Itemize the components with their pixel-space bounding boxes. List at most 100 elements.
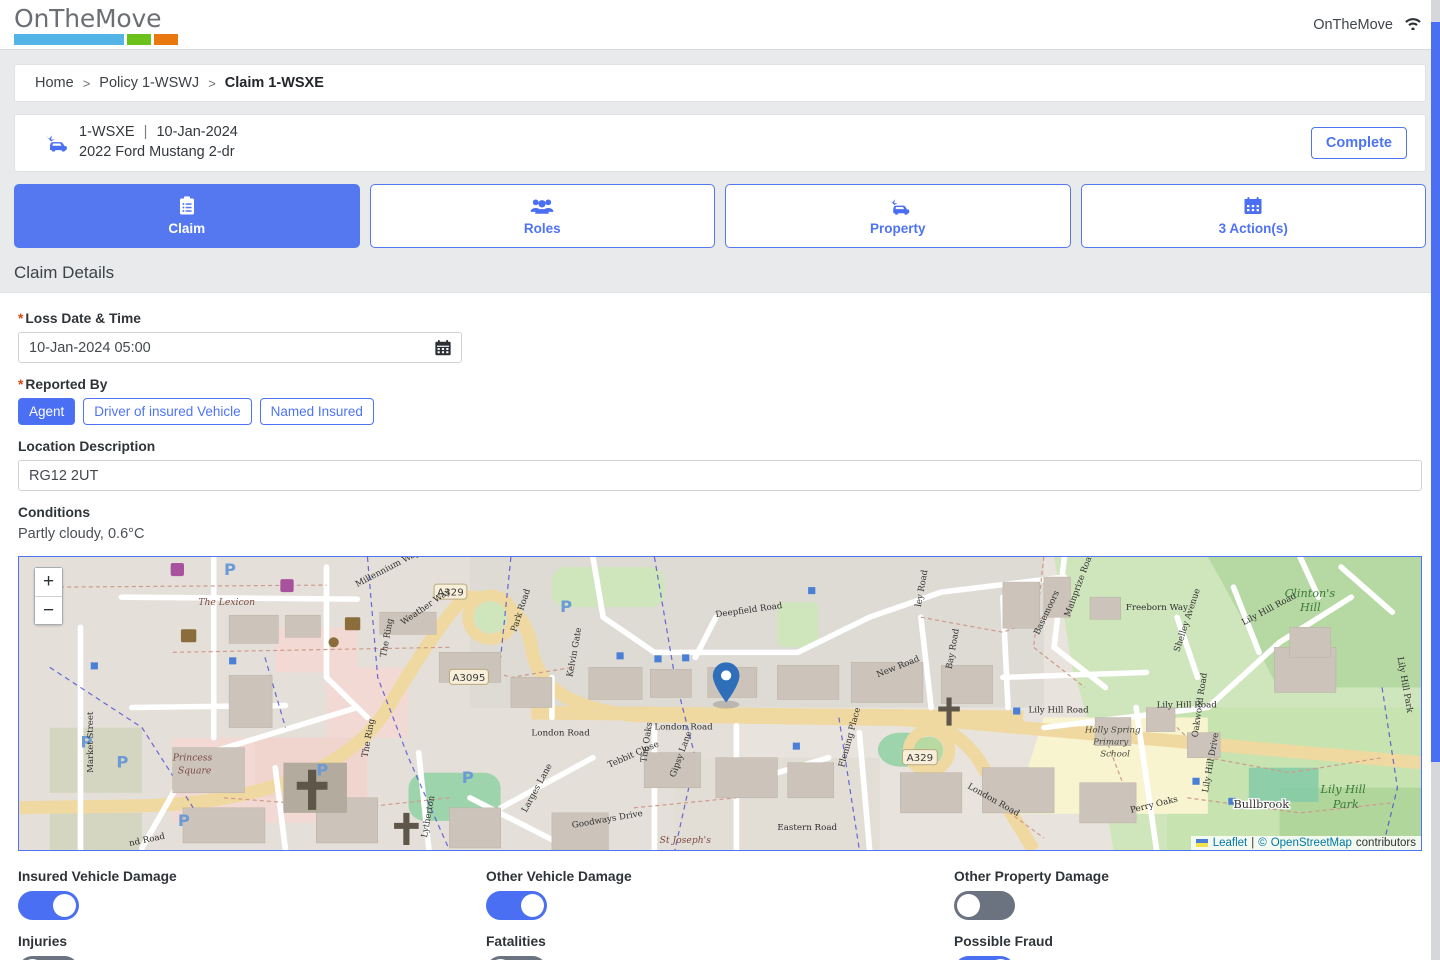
user-name[interactable]: OnTheMove — [1313, 17, 1393, 33]
tab-roles[interactable]: Roles — [370, 184, 716, 248]
claim-loss-date: 10-Jan-2024 — [156, 124, 237, 140]
toggle-knob — [957, 894, 980, 917]
toggle-switch-other-vehicle-damage[interactable] — [486, 891, 547, 920]
svg-text:Bullbrook: Bullbrook — [1233, 798, 1289, 811]
toggle-switch-injuries[interactable] — [18, 956, 79, 960]
page-scrollbar[interactable] — [1431, 0, 1440, 960]
tab-bar: Claim Roles — [14, 184, 1426, 248]
osm-link[interactable]: OpenStreetMap — [1271, 837, 1352, 849]
required-mark: * — [18, 377, 23, 392]
svg-text:London Road: London Road — [531, 729, 590, 739]
toggle-label: Insured Vehicle Damage — [18, 869, 486, 884]
toggle-knob — [521, 894, 544, 917]
location-description-input[interactable] — [18, 460, 1422, 491]
toggle-knob — [53, 894, 76, 917]
toggle-injuries: Injuries — [18, 934, 486, 960]
toggle-possible-fraud: Possible Fraud — [954, 934, 1422, 960]
brand-bar-blue — [14, 34, 124, 45]
brand-bar-green — [127, 34, 151, 45]
svg-text:St Joseph's: St Joseph's — [660, 836, 712, 846]
brand-logo[interactable]: OnTheMove — [14, 4, 178, 45]
required-mark: * — [18, 311, 23, 326]
tab-label: Property — [870, 221, 926, 236]
tab-label: Claim — [168, 221, 205, 236]
svg-text:School: School — [1100, 750, 1130, 760]
svg-text:Primary: Primary — [1092, 738, 1128, 748]
location-description-label: Location Description — [18, 439, 1422, 454]
tab-property[interactable]: Property — [725, 184, 1071, 248]
attribution-pipe: | — [1251, 837, 1254, 849]
tab-claim[interactable]: Claim — [14, 184, 360, 248]
svg-text:Park: Park — [1332, 798, 1359, 811]
map-zoom-controls: + − — [34, 567, 63, 625]
brand-bar-orange — [154, 34, 178, 45]
breadcrumb: Home > Policy 1-WSWJ > Claim 1-WSXE — [14, 64, 1426, 102]
toggle-label: Other Vehicle Damage — [486, 869, 954, 884]
claim-summary-card: 1-WSXE | 10-Jan-2024 2022 Ford Mustang 2… — [14, 114, 1426, 172]
svg-text:Holly Spring: Holly Spring — [1084, 726, 1141, 736]
svg-text:Square: Square — [178, 767, 211, 777]
breadcrumb-item-home[interactable]: Home — [35, 75, 74, 91]
tab-actions[interactable]: 3 Action(s) — [1081, 184, 1427, 248]
svg-text:A329: A329 — [907, 753, 934, 764]
loss-datetime-field: *Loss Date & Time — [18, 311, 1422, 363]
reported-by-option-driver[interactable]: Driver of insured Vehicle — [83, 398, 251, 425]
page-scrollbar-thumb[interactable] — [1431, 22, 1440, 762]
toggle-insured-vehicle-damage: Insured Vehicle Damage — [18, 869, 486, 920]
complete-button[interactable]: Complete — [1311, 127, 1407, 159]
toggle-switch-other-property-damage[interactable] — [954, 891, 1015, 920]
claim-summary-line-1: 1-WSXE | 10-Jan-2024 — [79, 123, 238, 143]
toggle-other-vehicle-damage: Other Vehicle Damage — [486, 869, 954, 920]
svg-text:P: P — [462, 768, 474, 787]
toggle-fatalities: Fatalities — [486, 934, 954, 960]
toggle-switch-insured-vehicle-damage[interactable] — [18, 891, 79, 920]
toggle-label: Fatalities — [486, 934, 954, 949]
loss-datetime-label-text: Loss Date & Time — [25, 311, 141, 326]
reported-by-option-named-insured[interactable]: Named Insured — [260, 398, 374, 425]
wifi-icon[interactable] — [1402, 14, 1424, 35]
leaflet-flag-icon — [1196, 839, 1208, 847]
calendar-icon[interactable] — [434, 339, 452, 357]
map-zoom-out-button[interactable]: − — [35, 596, 62, 624]
map-canvas: .rdlbl{font-family:"DejaVu Serif",serif;… — [19, 557, 1421, 850]
svg-text:Market Street: Market Street — [86, 711, 96, 773]
claim-summary-separator: | — [144, 124, 148, 140]
claim-vehicle: 2022 Ford Mustang 2-dr — [79, 143, 238, 163]
loss-datetime-input[interactable] — [18, 332, 462, 363]
incident-location-map[interactable]: .rdlbl{font-family:"DejaVu Serif",serif;… — [18, 556, 1422, 851]
car-crash-icon — [41, 133, 71, 153]
location-description-field: Location Description — [18, 439, 1422, 491]
conditions-field: Conditions Partly cloudy, 0.6°C — [18, 505, 1422, 542]
svg-text:Hill: Hill — [1299, 601, 1321, 614]
claim-summary-text: 1-WSXE | 10-Jan-2024 2022 Ford Mustang 2… — [79, 123, 238, 162]
leaflet-link[interactable]: Leaflet — [1213, 837, 1248, 849]
toggle-label: Possible Fraud — [954, 934, 1422, 949]
reported-by-field: *Reported By Agent Driver of insured Veh… — [18, 377, 1422, 425]
toggle-switch-fatalities[interactable] — [486, 956, 547, 960]
calendar-icon — [1243, 196, 1263, 216]
attribution-contributors: contributors — [1356, 837, 1416, 849]
tab-label: 3 Action(s) — [1219, 221, 1288, 236]
users-icon — [530, 196, 554, 216]
conditions-value: Partly cloudy, 0.6°C — [18, 526, 1422, 542]
svg-text:P: P — [560, 597, 572, 616]
reported-by-option-agent[interactable]: Agent — [18, 398, 75, 425]
svg-text:Freeborn Way: Freeborn Way — [1126, 603, 1188, 613]
osm-copyright[interactable]: © — [1258, 837, 1266, 849]
breadcrumb-separator: > — [83, 76, 91, 91]
reported-by-options: Agent Driver of insured Vehicle Named In… — [18, 398, 1422, 425]
map-zoom-in-button[interactable]: + — [35, 568, 62, 596]
claim-details-form: *Loss Date & Time — [0, 292, 1440, 960]
tab-label: Roles — [524, 221, 561, 236]
svg-text:P: P — [178, 811, 190, 830]
svg-text:Eastern Road: Eastern Road — [777, 823, 837, 833]
toggle-switch-possible-fraud[interactable] — [954, 956, 1015, 960]
conditions-label: Conditions — [18, 505, 1422, 520]
svg-text:Lily Hill Road: Lily Hill Road — [1028, 706, 1089, 716]
svg-text:A3095: A3095 — [452, 673, 485, 684]
reported-by-label: *Reported By — [18, 377, 1422, 392]
breadcrumb-item-policy[interactable]: Policy 1-WSWJ — [99, 75, 199, 91]
loss-datetime-label: *Loss Date & Time — [18, 311, 1422, 326]
svg-text:Princess: Princess — [172, 754, 213, 764]
app-header: OnTheMove OnTheMove — [0, 0, 1440, 50]
